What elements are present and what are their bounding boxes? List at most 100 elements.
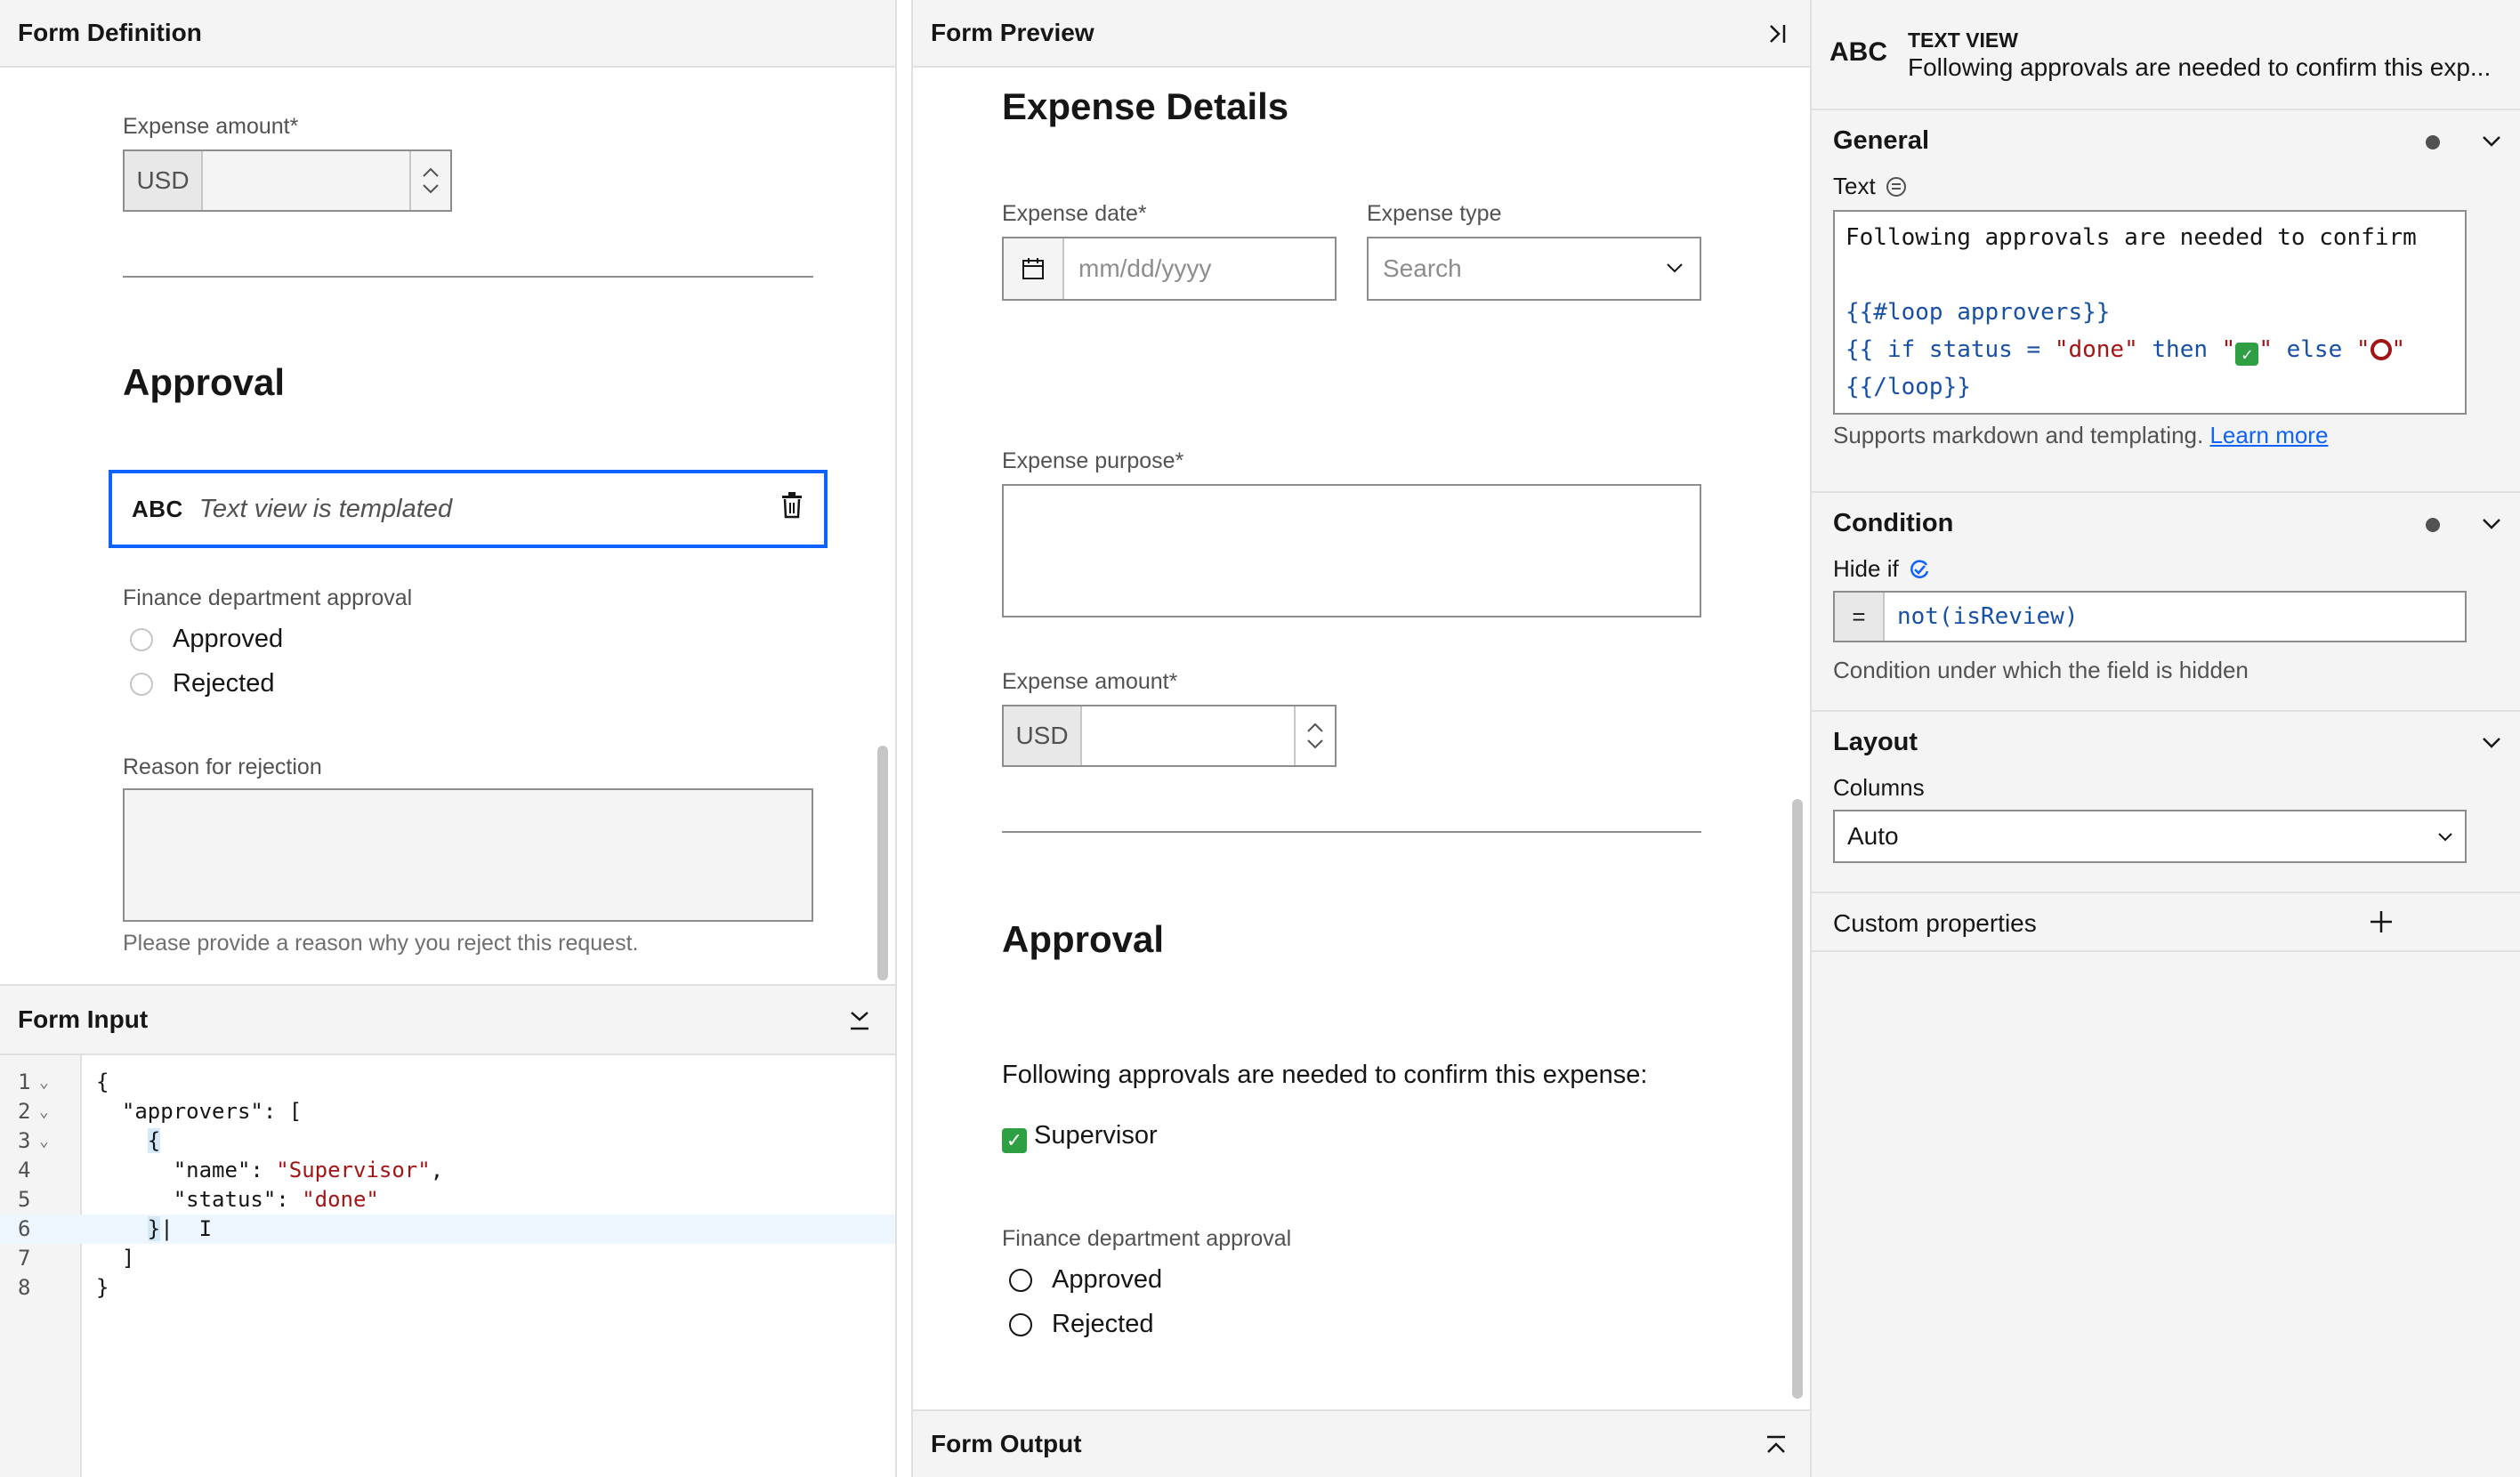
expense-amount-value[interactable] bbox=[1082, 706, 1294, 765]
hide-if-text: Hide if bbox=[1833, 555, 1899, 582]
columns-select[interactable]: Auto bbox=[1833, 810, 2467, 863]
check-icon: ✓ bbox=[1002, 1128, 1027, 1153]
radio-approved[interactable]: Approved bbox=[130, 625, 283, 654]
number-stepper[interactable] bbox=[1294, 706, 1335, 765]
text-view-type-label: ABC bbox=[132, 495, 183, 522]
radio-rejected-label: Rejected bbox=[1052, 1310, 1154, 1338]
text-view-placeholder: Text view is templated bbox=[198, 494, 453, 523]
radio-rejected[interactable]: Rejected bbox=[1009, 1310, 1153, 1339]
expense-date-label: Expense date* bbox=[1002, 201, 1147, 226]
expense-purpose-label: Expense purpose* bbox=[1002, 448, 1184, 473]
chevron-up-icon[interactable] bbox=[1306, 722, 1324, 733]
line-number: 4 bbox=[18, 1158, 31, 1182]
text-prop-label: Text bbox=[1833, 173, 1908, 200]
code-line-active[interactable]: 6 }| I bbox=[0, 1215, 895, 1244]
status-dot bbox=[2426, 135, 2440, 149]
reason-textarea[interactable] bbox=[123, 788, 813, 922]
fold-chevron-icon[interactable]: ⌄ bbox=[39, 1097, 49, 1126]
code-line[interactable]: 4 "name": "Supervisor", bbox=[0, 1156, 895, 1185]
text-template-editor[interactable]: Following approvals are needed to confir… bbox=[1833, 210, 2467, 415]
template-line: Following approvals are needed to confir… bbox=[1846, 224, 2417, 251]
learn-more-link[interactable]: Learn more bbox=[2209, 422, 2328, 448]
form-definition-header: Form Definition bbox=[0, 0, 895, 68]
form-definition-title: Form Definition bbox=[18, 19, 202, 46]
expense-amount-field[interactable]: USD bbox=[1002, 705, 1337, 767]
form-preview-title: Form Preview bbox=[931, 19, 1094, 46]
chevron-down-icon[interactable] bbox=[422, 183, 440, 194]
divider bbox=[1002, 831, 1701, 833]
template-line: {{/loop}} bbox=[1846, 374, 1971, 400]
radio-button[interactable] bbox=[130, 627, 153, 651]
template-icon[interactable] bbox=[1885, 175, 1908, 198]
code-line[interactable]: 3 ⌄ { bbox=[0, 1126, 895, 1156]
layout-title: Layout bbox=[1833, 728, 1918, 756]
fold-chevron-icon[interactable]: ⌄ bbox=[39, 1068, 49, 1097]
reason-label: Reason for rejection bbox=[123, 755, 322, 779]
text-helper: Supports markdown and templating. Learn … bbox=[1833, 422, 2328, 449]
chevron-down-icon[interactable] bbox=[2479, 511, 2504, 536]
condition-title: Condition bbox=[1833, 509, 1954, 537]
chevron-down-icon[interactable] bbox=[1306, 738, 1324, 749]
collapse-icon[interactable] bbox=[849, 1009, 870, 1032]
form-preview-body: Expense Details Expense date* mm/dd/yyyy… bbox=[913, 68, 1810, 1409]
hide-if-label: Hide if bbox=[1833, 555, 1931, 583]
form-input-panel: Form Input 1 ⌄ { 2 ⌄ "approvers": [ 3 ⌄ { 4… bbox=[0, 984, 895, 1477]
radio-button[interactable] bbox=[1009, 1312, 1032, 1336]
form-preview-pane: Form Preview Expense Details Expense dat… bbox=[911, 0, 1812, 1477]
feel-expression-icon[interactable] bbox=[1908, 558, 1931, 581]
expense-date-field[interactable]: mm/dd/yyyy bbox=[1002, 237, 1337, 301]
fold-chevron-icon[interactable]: ⌄ bbox=[39, 1126, 49, 1156]
expense-amount-value[interactable] bbox=[203, 151, 409, 210]
general-section: General Text Following approvals are nee… bbox=[1812, 110, 2520, 493]
number-stepper[interactable] bbox=[409, 151, 450, 210]
expense-type-label: Expense type bbox=[1367, 201, 1502, 226]
code-line[interactable]: 7 ] bbox=[0, 1244, 895, 1273]
expand-icon[interactable] bbox=[1765, 1434, 1787, 1456]
chevron-down-icon[interactable] bbox=[1666, 262, 1684, 274]
code-line[interactable]: 2 ⌄ "approvers": [ bbox=[0, 1097, 895, 1126]
helper-text: Supports markdown and templating. bbox=[1833, 422, 2204, 448]
approver-row: ✓ Supervisor bbox=[1002, 1121, 1158, 1153]
add-icon[interactable] bbox=[2369, 909, 2394, 934]
selected-text-view[interactable]: ABC Text view is templated bbox=[109, 470, 828, 548]
custom-properties-title: Custom properties bbox=[1833, 909, 2037, 937]
radio-button[interactable] bbox=[1009, 1268, 1032, 1292]
general-title: General bbox=[1833, 126, 1929, 155]
form-definition-canvas[interactable]: Expense amount* USD Approval ABC Text vi… bbox=[0, 68, 895, 984]
scrollbar[interactable] bbox=[1792, 799, 1803, 1399]
trash-icon[interactable] bbox=[776, 488, 808, 523]
radio-button[interactable] bbox=[130, 672, 153, 696]
columns-value: Auto bbox=[1847, 822, 1899, 850]
type-abbrev: ABC bbox=[1829, 37, 1887, 67]
calendar-icon[interactable] bbox=[1004, 238, 1064, 299]
json-editor[interactable]: 1 ⌄ { 2 ⌄ "approvers": [ 3 ⌄ { 4 "name": "S… bbox=[0, 1055, 895, 1477]
currency-prefix: USD bbox=[1004, 706, 1082, 765]
line-number: 5 bbox=[18, 1187, 31, 1212]
radio-approved[interactable]: Approved bbox=[1009, 1265, 1162, 1295]
condition-section: Condition Hide if = not(isReview) Condit… bbox=[1812, 493, 2520, 712]
expense-amount-field[interactable]: USD bbox=[123, 149, 452, 212]
code-line[interactable]: 5 "status": "done" bbox=[0, 1185, 895, 1215]
chevron-down-icon[interactable] bbox=[2479, 128, 2504, 153]
layout-section: Layout Columns Auto bbox=[1812, 712, 2520, 893]
code-line[interactable]: 1 ⌄ { bbox=[0, 1068, 895, 1097]
feel-prefix: = bbox=[1835, 593, 1885, 641]
form-output-panel: Form Output bbox=[913, 1409, 1810, 1477]
chevron-down-icon[interactable] bbox=[2479, 730, 2504, 755]
hide-if-expression-field[interactable]: = not(isReview) bbox=[1833, 591, 2467, 642]
divider bbox=[123, 276, 813, 278]
expense-amount-label: Expense amount* bbox=[123, 114, 299, 139]
type-subtitle: Following approvals are needed to confir… bbox=[1908, 53, 2492, 81]
expense-purpose-textarea[interactable] bbox=[1002, 484, 1701, 617]
code-line[interactable]: 8 } bbox=[0, 1273, 895, 1303]
scrollbar[interactable] bbox=[877, 746, 888, 981]
chevron-down-icon[interactable] bbox=[2436, 831, 2454, 843]
collapse-right-icon[interactable] bbox=[1767, 23, 1787, 44]
condition-helper: Condition under which the field is hidde… bbox=[1833, 657, 2249, 683]
custom-properties-section[interactable]: Custom properties bbox=[1812, 893, 2520, 952]
radio-rejected[interactable]: Rejected bbox=[130, 669, 274, 698]
chevron-up-icon[interactable] bbox=[422, 167, 440, 178]
properties-header: ABC TEXT VIEW Following approvals are ne… bbox=[1812, 0, 2520, 110]
form-input-header: Form Input bbox=[0, 984, 895, 1055]
expense-type-select[interactable]: Search bbox=[1367, 237, 1701, 301]
